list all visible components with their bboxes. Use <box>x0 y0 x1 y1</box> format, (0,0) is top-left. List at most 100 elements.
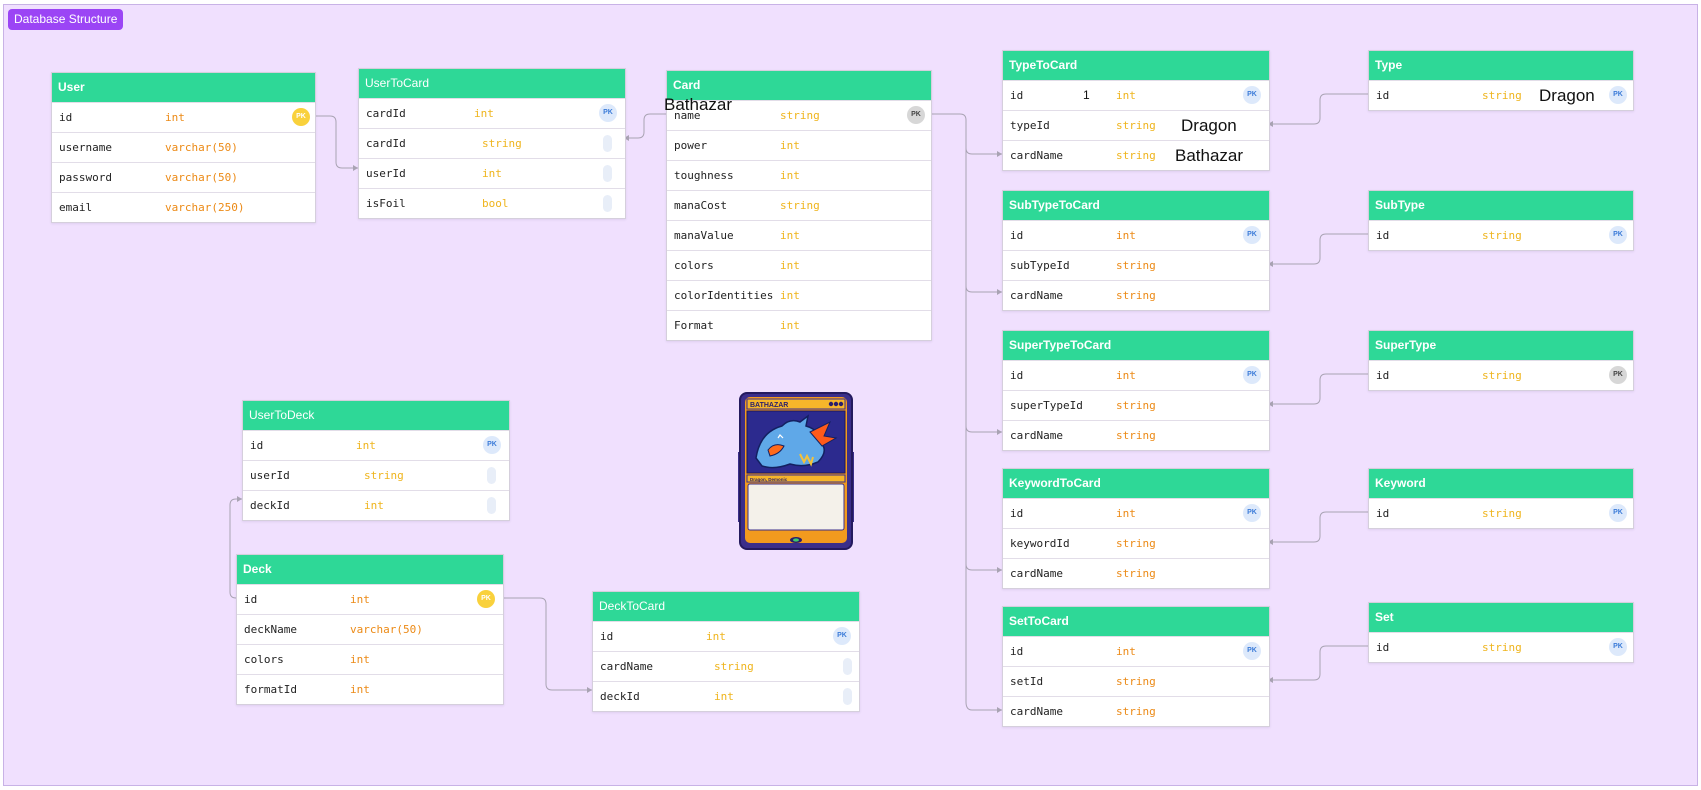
field-type: int <box>364 499 384 512</box>
table-row[interactable]: userId int <box>359 158 625 188</box>
table-row[interactable]: superTypeId string <box>1003 390 1269 420</box>
table-row[interactable]: Format int <box>667 310 931 340</box>
table-supertype[interactable]: SuperType id string PK <box>1368 330 1634 391</box>
table-supertypetocard[interactable]: SuperTypeToCard id int PK superTypeId string c… <box>1002 330 1270 451</box>
table-row[interactable]: id string Dragon PK <box>1369 80 1633 110</box>
connector-handle[interactable] <box>843 658 852 675</box>
table-usertocard[interactable]: UserToCard cardId int PK cardId string userId i… <box>358 68 626 219</box>
table-row[interactable]: colors int <box>237 644 503 674</box>
table-settocard[interactable]: SetToCard id int PK setId string cardName strin… <box>1002 606 1270 727</box>
field-name: id <box>1376 641 1390 654</box>
pk-badge: PK <box>1609 366 1627 384</box>
table-keyword[interactable]: Keyword id string PK <box>1368 468 1634 529</box>
field-type: int <box>350 683 370 696</box>
table-row[interactable]: cardName string <box>1003 558 1269 588</box>
table-row[interactable]: password varchar(50) <box>52 162 315 192</box>
table-title[interactable]: User <box>52 73 315 102</box>
table-decktocard[interactable]: DeckToCard id int PK cardName string deckId int <box>592 591 860 712</box>
table-row[interactable]: id int PK <box>1003 360 1269 390</box>
connector-handle[interactable] <box>603 195 612 212</box>
table-row[interactable]: subTypeId string <box>1003 250 1269 280</box>
table-row[interactable]: toughness int <box>667 160 931 190</box>
table-row[interactable]: email varchar(250) <box>52 192 315 222</box>
field-name: id <box>1376 89 1390 102</box>
table-row[interactable]: id string PK <box>1369 498 1633 528</box>
table-row[interactable]: isFoil bool <box>359 188 625 218</box>
connector-handle[interactable] <box>603 165 612 182</box>
table-row[interactable]: manaCost string <box>667 190 931 220</box>
field-name: cardName <box>1010 567 1063 580</box>
table-type[interactable]: Type id string Dragon PK <box>1368 50 1634 111</box>
field-type: string <box>1116 119 1156 132</box>
table-usertodeck[interactable]: UserToDeck id int PK userId string deckId int <box>242 400 510 521</box>
table-title[interactable]: UserToDeck <box>243 401 509 430</box>
field-type: string <box>1116 675 1156 688</box>
table-row[interactable]: userId string <box>243 460 509 490</box>
table-row[interactable]: deckId int <box>593 681 859 711</box>
table-title[interactable]: Set <box>1369 603 1633 632</box>
table-row[interactable]: setId string <box>1003 666 1269 696</box>
table-title[interactable]: SubTypeToCard <box>1003 191 1269 220</box>
connector-handle[interactable] <box>603 135 612 152</box>
table-row[interactable]: cardId string <box>359 128 625 158</box>
table-title[interactable]: TypeToCard <box>1003 51 1269 80</box>
table-row[interactable]: id string PK <box>1369 220 1633 250</box>
table-title[interactable]: KeywordToCard <box>1003 469 1269 498</box>
field-name: id <box>250 439 264 452</box>
connector-handle[interactable] <box>487 497 496 514</box>
table-typetocard[interactable]: TypeToCard id int 1 PK typeId string Dragon card… <box>1002 50 1270 171</box>
table-row[interactable]: cardId int PK <box>359 98 625 128</box>
field-type: string <box>482 137 522 150</box>
table-row[interactable]: power int <box>667 130 931 160</box>
table-row[interactable]: id int PK <box>1003 498 1269 528</box>
table-user[interactable]: User id int PK username varchar(50) password va… <box>51 72 316 223</box>
table-row[interactable]: id int PK <box>237 584 503 614</box>
table-row[interactable]: deckId int <box>243 490 509 520</box>
connector-handle[interactable] <box>487 467 496 484</box>
table-row[interactable]: keywordId string <box>1003 528 1269 558</box>
field-type: int <box>780 319 800 332</box>
table-row[interactable]: colorIdentities int <box>667 280 931 310</box>
table-title[interactable]: SubType <box>1369 191 1633 220</box>
table-title[interactable]: SuperTypeToCard <box>1003 331 1269 360</box>
table-title[interactable]: DeckToCard <box>593 592 859 621</box>
table-subtypetocard[interactable]: SubTypeToCard id int PK subTypeId string cardN… <box>1002 190 1270 311</box>
table-row[interactable]: cardName string <box>1003 420 1269 450</box>
field-name: id <box>1376 369 1390 382</box>
table-row[interactable]: deckName varchar(50) <box>237 614 503 644</box>
table-row[interactable]: cardName string <box>1003 696 1269 726</box>
table-deck[interactable]: Deck id int PK deckName varchar(50) colors int f… <box>236 554 504 705</box>
table-row[interactable]: typeId string Dragon <box>1003 110 1269 140</box>
connector-handle[interactable] <box>843 688 852 705</box>
field-name: cardName <box>1010 149 1063 162</box>
table-title[interactable]: Type <box>1369 51 1633 80</box>
table-row[interactable]: id int PK <box>1003 220 1269 250</box>
field-name: colors <box>244 653 284 666</box>
table-title[interactable]: Deck <box>237 555 503 584</box>
table-row[interactable]: id int PK <box>243 430 509 460</box>
table-row[interactable]: id string PK <box>1369 632 1633 662</box>
table-row[interactable]: username varchar(50) <box>52 132 315 162</box>
field-name: id <box>600 630 614 643</box>
table-row[interactable]: cardName string <box>1003 280 1269 310</box>
table-subtype[interactable]: SubType id string PK <box>1368 190 1634 251</box>
row-value: 1 <box>1083 88 1090 102</box>
table-row[interactable]: formatId int <box>237 674 503 704</box>
table-set[interactable]: Set id string PK <box>1368 602 1634 663</box>
table-row[interactable]: id int PK <box>52 102 315 132</box>
table-title[interactable]: SuperType <box>1369 331 1633 360</box>
table-keywordtocard[interactable]: KeywordToCard id int PK keywordId string cardN… <box>1002 468 1270 589</box>
table-row[interactable]: id string PK <box>1369 360 1633 390</box>
table-row[interactable]: manaValue int <box>667 220 931 250</box>
table-title[interactable]: SetToCard <box>1003 607 1269 636</box>
table-row[interactable]: cardName string <box>593 651 859 681</box>
table-title[interactable]: UserToCard <box>359 69 625 98</box>
field-type: bool <box>482 197 509 210</box>
table-row[interactable]: id int PK <box>1003 636 1269 666</box>
table-row[interactable]: cardName string Bathazar <box>1003 140 1269 170</box>
table-row[interactable]: id int 1 PK <box>1003 80 1269 110</box>
table-row[interactable]: colors int <box>667 250 931 280</box>
frame-label[interactable]: Database Structure <box>8 9 124 30</box>
table-title[interactable]: Keyword <box>1369 469 1633 498</box>
table-row[interactable]: id int PK <box>593 621 859 651</box>
